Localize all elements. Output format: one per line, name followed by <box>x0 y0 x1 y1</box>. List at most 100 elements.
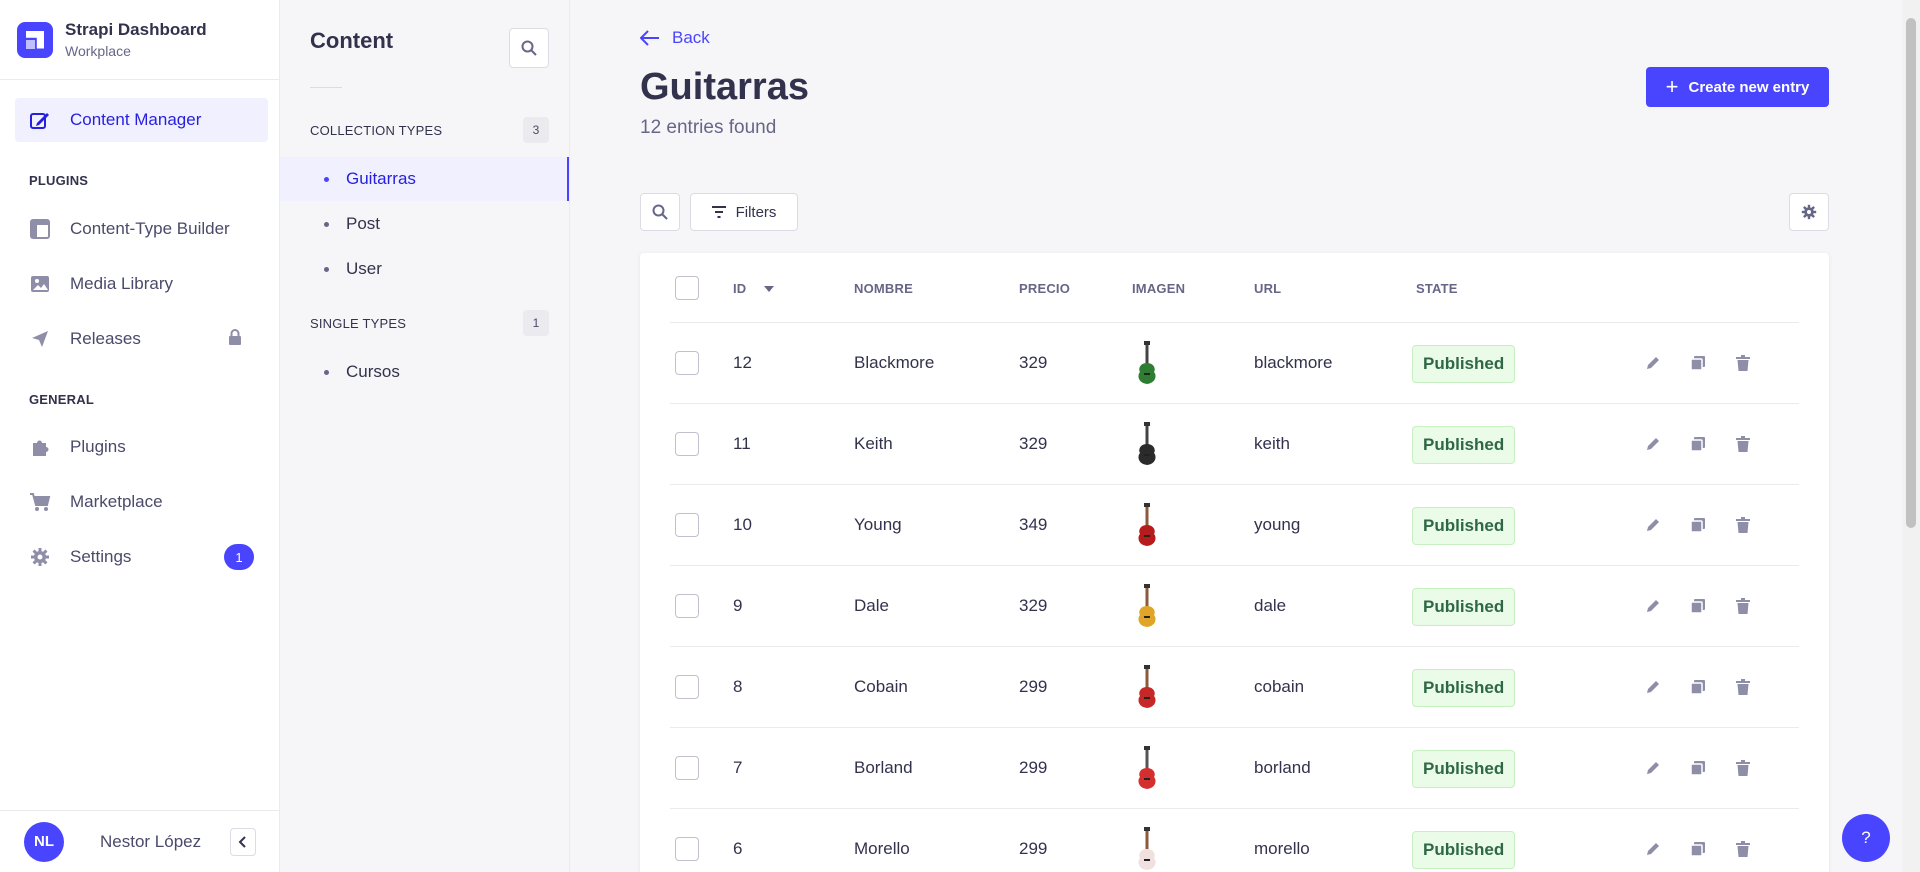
column-header-imagen[interactable]: IMAGEN <box>1132 281 1185 296</box>
nav-item-content-manager[interactable]: Content Manager <box>15 98 268 142</box>
table-row[interactable]: 8 Cobain 299 cobain Published <box>670 647 1799 728</box>
edit-pencil-icon[interactable] <box>1643 758 1663 778</box>
nav-item-releases[interactable]: Releases <box>15 317 268 361</box>
sort-down-icon[interactable] <box>764 285 775 292</box>
row-checkbox[interactable] <box>675 432 699 456</box>
edit-pencil-icon[interactable] <box>1643 677 1663 697</box>
subnav-item-user[interactable]: User <box>280 247 569 291</box>
table-row[interactable]: 12 Blackmore 329 blackmore Published <box>670 323 1799 404</box>
collection-types-label: COLLECTION TYPES <box>310 123 443 138</box>
guitar-thumbnail <box>1138 584 1156 627</box>
nav-item-content-type-builder[interactable]: Content-Type Builder <box>15 207 268 251</box>
cell-precio: 349 <box>1019 515 1048 534</box>
row-checkbox[interactable] <box>675 351 699 375</box>
guitar-thumbnail <box>1138 827 1156 870</box>
back-link[interactable]: Back <box>640 28 710 48</box>
edit-pencil-icon[interactable] <box>1643 596 1663 616</box>
bullet <box>324 267 329 272</box>
avatar[interactable]: NL <box>24 821 64 862</box>
trash-icon[interactable] <box>1733 434 1753 454</box>
trash-icon[interactable] <box>1733 353 1753 373</box>
cell-nombre: Cobain <box>854 677 908 696</box>
table-row[interactable]: 10 Young 349 young Published <box>670 485 1799 566</box>
user-bar: NL Nestor López <box>0 810 280 872</box>
trash-icon[interactable] <box>1733 677 1753 697</box>
row-checkbox[interactable] <box>675 513 699 537</box>
puzzle-icon <box>29 436 51 458</box>
subnav-item-guitarras[interactable]: Guitarras <box>280 157 569 201</box>
subnav-item-label: Guitarras <box>346 169 416 188</box>
column-header-url[interactable]: URL <box>1254 281 1281 296</box>
collapse-nav-button[interactable] <box>230 828 256 856</box>
table-row[interactable]: 11 Keith 329 keith Published <box>670 404 1799 485</box>
duplicate-icon[interactable] <box>1688 596 1708 616</box>
subnav-divider <box>310 87 342 88</box>
lock-icon <box>228 328 242 350</box>
table-row[interactable]: 9 Dale 329 dale Published <box>670 566 1799 647</box>
duplicate-icon[interactable] <box>1688 515 1708 535</box>
row-checkbox[interactable] <box>675 675 699 699</box>
subnav-item-cursos[interactable]: Cursos <box>280 350 569 394</box>
strapi-logo-icon <box>17 21 53 58</box>
column-header-precio[interactable]: PRECIO <box>1019 281 1070 296</box>
subnav-item-post[interactable]: Post <box>280 202 569 246</box>
user-name[interactable]: Nestor López <box>100 832 201 852</box>
cell-nombre: Young <box>854 515 902 534</box>
nav-item-media-library[interactable]: Media Library <box>15 262 268 306</box>
edit-pencil-icon[interactable] <box>1643 353 1663 373</box>
nav-item-marketplace[interactable]: Marketplace <box>15 480 268 524</box>
bullet <box>324 222 329 227</box>
single-types-label: SINGLE TYPES <box>310 316 407 331</box>
table-row[interactable]: 6 Morello 299 morello Published <box>670 809 1799 872</box>
subnav-title: Content <box>310 28 394 53</box>
row-checkbox[interactable] <box>675 594 699 618</box>
cell-url: blackmore <box>1254 353 1333 372</box>
cell-id: 8 <box>733 677 743 696</box>
trash-icon[interactable] <box>1733 596 1753 616</box>
list-settings-button[interactable] <box>1789 193 1829 231</box>
column-header-state[interactable]: STATE <box>1416 281 1458 296</box>
edit-pencil-icon[interactable] <box>1643 515 1663 535</box>
edit-pencil-icon[interactable] <box>1643 839 1663 859</box>
guitar-thumbnail <box>1138 665 1156 708</box>
paper-plane-icon <box>29 328 51 350</box>
select-all-checkbox[interactable] <box>675 276 699 300</box>
content-subnav: Content COLLECTION TYPES 3 Guitarras Pos… <box>280 0 570 872</box>
duplicate-icon[interactable] <box>1688 758 1708 778</box>
column-header-id[interactable]: ID <box>733 281 775 296</box>
nav-item-plugins[interactable]: Plugins <box>15 425 268 469</box>
table-row[interactable]: 7 Borland 299 borland Published <box>670 728 1799 809</box>
table-search-button[interactable] <box>640 193 680 231</box>
create-new-entry-button[interactable]: + Create new entry <box>1646 67 1829 107</box>
cell-precio: 299 <box>1019 839 1048 858</box>
help-button[interactable]: ? <box>1842 814 1890 862</box>
page-scrollbar[interactable] <box>1902 0 1920 872</box>
bullet <box>324 177 329 182</box>
search-icon <box>652 204 668 220</box>
subnav-item-label: Cursos <box>346 362 400 381</box>
table-header: ID NOMBRE PRECIO IMAGEN URL STATE <box>670 253 1799 323</box>
trash-icon[interactable] <box>1733 515 1753 535</box>
column-header-nombre[interactable]: NOMBRE <box>854 281 913 296</box>
trash-icon[interactable] <box>1733 758 1753 778</box>
collection-types-count: 3 <box>523 117 549 143</box>
main-navigation: Strapi Dashboard Workplace Content Manag… <box>0 0 280 872</box>
trash-icon[interactable] <box>1733 839 1753 859</box>
duplicate-icon[interactable] <box>1688 839 1708 859</box>
filters-button[interactable]: Filters <box>690 193 798 231</box>
scrollbar-thumb[interactable] <box>1906 18 1916 528</box>
duplicate-icon[interactable] <box>1688 434 1708 454</box>
duplicate-icon[interactable] <box>1688 353 1708 373</box>
status-badge: Published <box>1412 669 1516 707</box>
cell-nombre: Dale <box>854 596 889 615</box>
cell-precio: 299 <box>1019 677 1048 696</box>
image-icon <box>29 273 51 295</box>
duplicate-icon[interactable] <box>1688 677 1708 697</box>
cell-precio: 329 <box>1019 434 1048 453</box>
subnav-search-button[interactable] <box>509 28 549 68</box>
edit-pencil-icon[interactable] <box>1643 434 1663 454</box>
nav-item-settings[interactable]: Settings 1 <box>15 535 268 579</box>
row-checkbox[interactable] <box>675 756 699 780</box>
cell-id: 10 <box>733 515 752 534</box>
row-checkbox[interactable] <box>675 837 699 861</box>
